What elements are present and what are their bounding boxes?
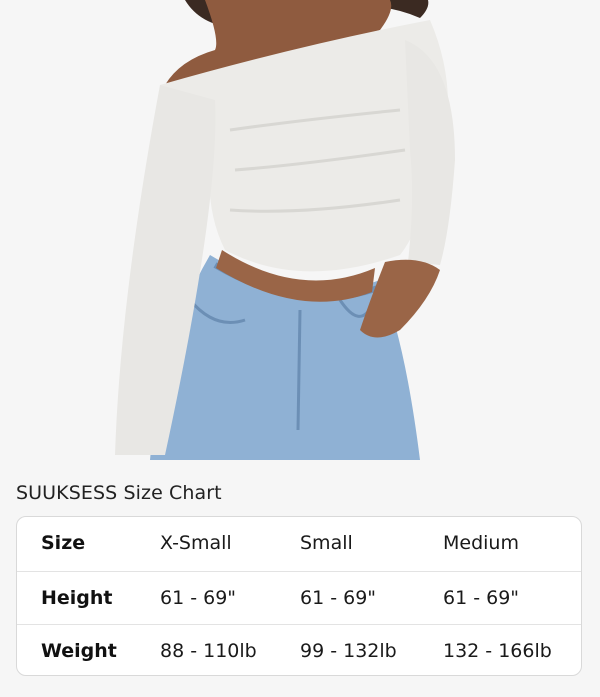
product-image bbox=[0, 0, 600, 460]
weight-x-small: 88 - 110lb bbox=[160, 640, 257, 662]
weight-small: 99 - 132lb bbox=[300, 640, 397, 662]
header-small: Small bbox=[300, 532, 353, 554]
height-small: 61 - 69" bbox=[300, 587, 377, 609]
row-label-height: Height bbox=[41, 587, 113, 609]
table-row-weight: Weight 88 - 110lb 99 - 132lb 132 - 166lb bbox=[17, 624, 581, 675]
header-x-small: X-Small bbox=[160, 532, 232, 554]
row-label-weight: Weight bbox=[41, 640, 117, 662]
size-chart-table: Size X-Small Small Medium Height 61 - 69… bbox=[16, 516, 582, 676]
weight-medium: 132 - 166lb bbox=[443, 640, 552, 662]
table-header-row: Size X-Small Small Medium bbox=[17, 517, 581, 570]
size-chart-title: SUUKSESS Size Chart bbox=[16, 482, 222, 504]
height-medium: 61 - 69" bbox=[443, 587, 520, 609]
header-size-label: Size bbox=[41, 532, 86, 554]
model-illustration bbox=[0, 0, 600, 460]
header-medium: Medium bbox=[443, 532, 519, 554]
table-row-height: Height 61 - 69" 61 - 69" 61 - 69" bbox=[17, 571, 581, 625]
height-x-small: 61 - 69" bbox=[160, 587, 237, 609]
